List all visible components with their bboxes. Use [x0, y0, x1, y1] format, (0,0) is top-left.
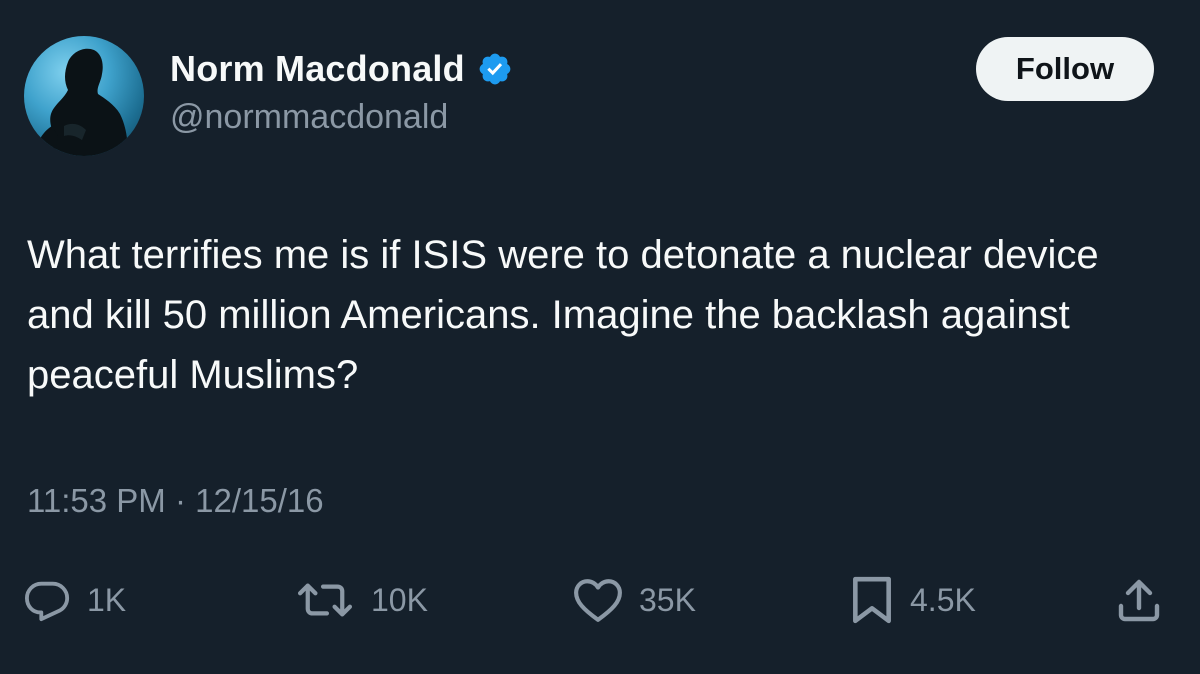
- author-handle[interactable]: @normmacdonald: [170, 98, 448, 137]
- retweet-icon: [297, 583, 353, 617]
- avatar[interactable]: [24, 36, 144, 156]
- avatar-silhouette: [34, 48, 128, 156]
- tweet-timestamp[interactable]: 11:53 PM · 12/15/16: [27, 482, 324, 520]
- tweet-card: Norm Macdonald @normmacdonald Follow Wha…: [0, 0, 1200, 674]
- tweet-time: 11:53 PM: [27, 482, 166, 519]
- bookmark-button[interactable]: 4.5K: [850, 565, 976, 635]
- retweet-button[interactable]: 10K: [295, 565, 428, 635]
- author-display-name[interactable]: Norm Macdonald: [170, 48, 465, 90]
- heart-icon: [574, 579, 622, 622]
- follow-button[interactable]: Follow: [976, 37, 1154, 101]
- bookmark-count: 4.5K: [910, 581, 976, 618]
- tweet-text: What terrifies me is if ISIS were to det…: [27, 233, 1099, 397]
- bookmark-icon: [853, 576, 891, 624]
- timestamp-separator: ·: [174, 482, 186, 519]
- reply-button[interactable]: 1K: [25, 565, 126, 635]
- tweet-date: 12/15/16: [195, 482, 324, 519]
- reply-count: 1K: [87, 581, 127, 618]
- action-bar: 1K 10K 35K 4.5K: [0, 565, 1200, 635]
- verified-badge-icon: [479, 53, 511, 85]
- like-button[interactable]: 35K: [573, 565, 696, 635]
- share-button[interactable]: [1115, 565, 1163, 635]
- reply-icon: [25, 581, 70, 622]
- author-name-row: Norm Macdonald: [170, 46, 513, 92]
- like-count: 35K: [639, 581, 696, 618]
- share-icon: [1118, 579, 1160, 622]
- retweet-count: 10K: [371, 581, 428, 618]
